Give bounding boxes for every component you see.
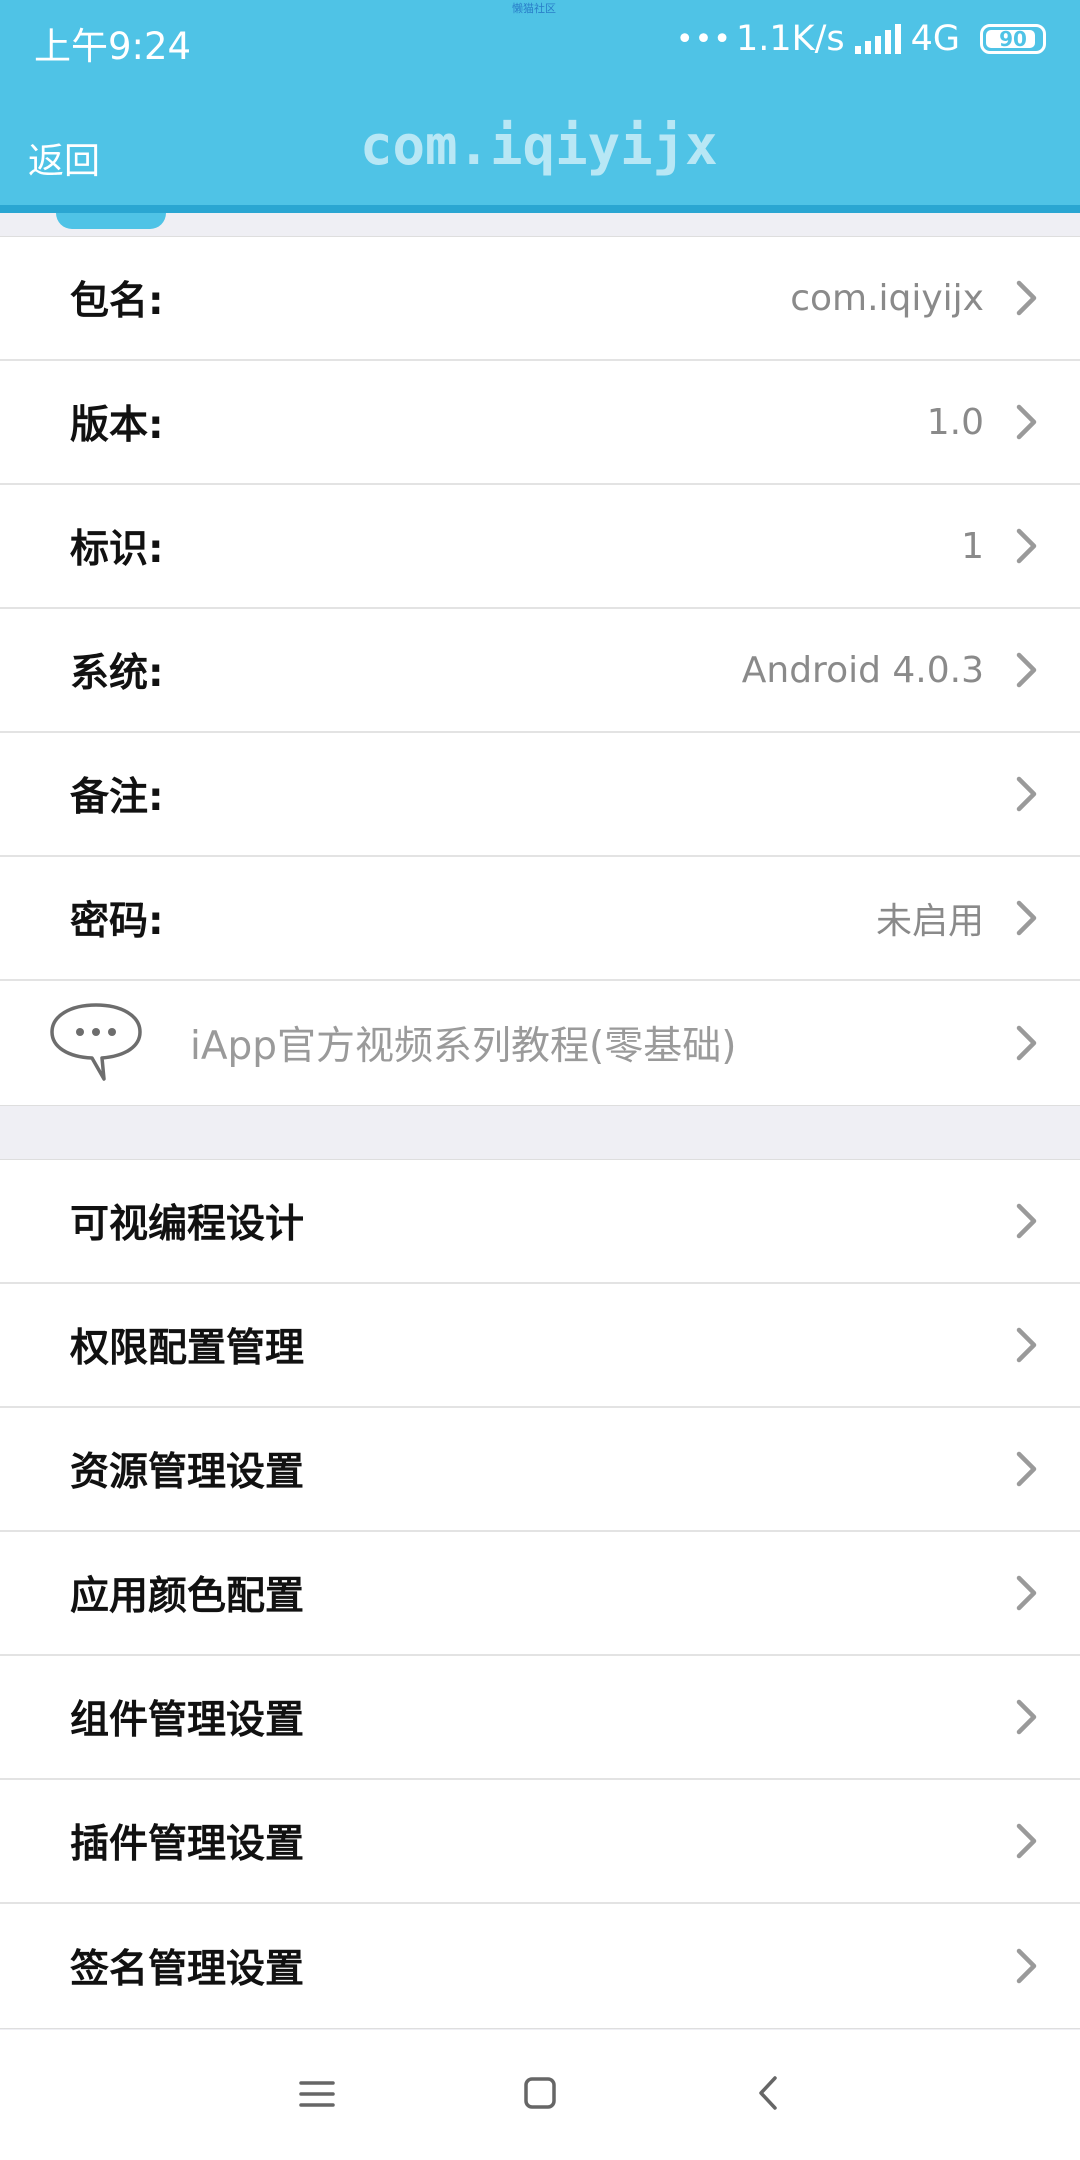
settings-label: 插件管理设置 [70,1822,305,1867]
info-label: 系统: [70,651,164,696]
settings-row-components[interactable]: 组件管理设置 [0,1656,1080,1780]
status-bar: 上午9:24 懒猫社区 ••• 1.1K/s 4G 90 [0,0,1080,80]
chevron-right-icon [1008,404,1044,440]
settings-group: 可视编程设计 权限配置管理 资源管理设置 应用颜色配置 组件管理设置 插件管理设… [0,1159,1080,2029]
network-type: 4G [910,19,960,59]
info-label: 包名: [70,279,164,324]
home-icon[interactable] [510,2064,570,2124]
settings-label: 权限配置管理 [70,1326,305,1371]
settings-row-resources[interactable]: 资源管理设置 [0,1408,1080,1532]
page-title: com.iqiyijx [360,114,718,177]
info-value: com.iqiyijx [790,277,984,319]
settings-label: 组件管理设置 [70,1698,305,1743]
tab-indicator [56,213,166,229]
info-label: 密码: [70,899,164,944]
system-nav-bar [0,2030,1080,2160]
info-row-password[interactable]: 密码: 未启用 [0,857,1080,981]
menu-icon[interactable] [287,2064,347,2124]
chevron-right-icon [1008,1699,1044,1735]
info-label: 版本: [70,403,164,448]
info-row-package[interactable]: 包名: com.iqiyijx [0,237,1080,361]
info-label: 备注: [70,775,164,820]
info-row-version[interactable]: 版本: 1.0 [0,361,1080,485]
chevron-right-icon [1008,652,1044,688]
settings-row-colors[interactable]: 应用颜色配置 [0,1532,1080,1656]
settings-label: 签名管理设置 [70,1947,305,1992]
chat-bubble-icon [46,1001,146,1083]
app-info-group: 包名: com.iqiyijx 版本: 1.0 标识: 1 系统: Androi… [0,236,1080,1106]
chevron-right-icon [1008,1327,1044,1363]
info-value: 1 [961,525,984,567]
settings-row-plugins[interactable]: 插件管理设置 [0,1780,1080,1904]
status-indicators: ••• 1.1K/s 4G 90 [676,16,1046,62]
settings-row-visual-design[interactable]: 可视编程设计 [0,1160,1080,1284]
chevron-right-icon [1008,1025,1044,1061]
signal-icon [854,24,901,54]
settings-row-permissions[interactable]: 权限配置管理 [0,1284,1080,1408]
info-value: 1.0 [926,401,984,443]
status-time: 上午9:24 [34,25,192,68]
info-value: Android 4.0.3 [741,649,984,691]
battery-icon: 90 [980,24,1046,54]
chevron-right-icon [1008,1823,1044,1859]
info-value: 未启用 [875,901,984,942]
settings-label: 可视编程设计 [70,1202,305,1247]
settings-label: 资源管理设置 [70,1450,305,1495]
network-speed: 1.1K/s [735,19,845,59]
chevron-right-icon [1008,1203,1044,1239]
chevron-right-icon [1008,1575,1044,1611]
promo-text: iApp官方视频系列教程(零基础) [190,1024,737,1069]
chevron-right-icon [1008,528,1044,564]
info-row-identifier[interactable]: 标识: 1 [0,485,1080,609]
app-bar: 返回 com.iqiyijx [0,80,1080,210]
chevron-right-icon [1008,776,1044,812]
info-label: 标识: [70,527,164,572]
settings-row-signature[interactable]: 签名管理设置 [0,1904,1080,2028]
info-row-system[interactable]: 系统: Android 4.0.3 [0,609,1080,733]
back-icon[interactable] [738,2064,798,2124]
chevron-right-icon [1008,900,1044,936]
chevron-right-icon [1008,1948,1044,1984]
info-row-note[interactable]: 备注: [0,733,1080,857]
app-bar-divider [0,205,1080,213]
chevron-right-icon [1008,280,1044,316]
chevron-right-icon [1008,1451,1044,1487]
promo-row[interactable]: iApp官方视频系列教程(零基础) [0,981,1080,1105]
battery-level: 90 [999,27,1027,51]
back-button[interactable]: 返回 [28,132,100,184]
status-center-text: 懒猫社区 [512,2,556,15]
settings-label: 应用颜色配置 [70,1574,305,1619]
more-dots-icon: ••• [675,21,732,57]
